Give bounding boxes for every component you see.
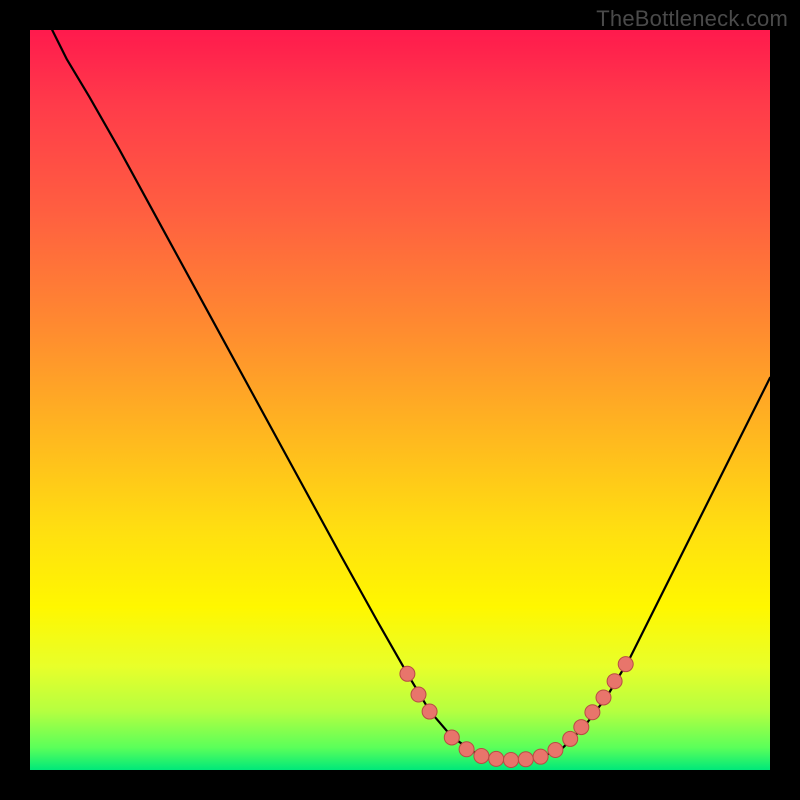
highlight-dot <box>422 704 437 719</box>
highlight-dot <box>411 687 426 702</box>
highlight-dot <box>474 748 489 763</box>
highlight-dot <box>504 753 519 768</box>
watermark-text: TheBottleneck.com <box>596 6 788 32</box>
plot-area <box>30 30 770 770</box>
highlight-dots-group <box>400 657 633 768</box>
highlight-dot <box>459 742 474 757</box>
highlight-dot <box>596 690 611 705</box>
highlight-dot <box>518 752 533 767</box>
highlight-dot <box>533 749 548 764</box>
highlight-dot <box>444 730 459 745</box>
highlight-dot <box>574 720 589 735</box>
highlight-dot <box>400 666 415 681</box>
chart-frame: TheBottleneck.com <box>0 0 800 800</box>
highlight-dot <box>585 705 600 720</box>
highlight-dot <box>607 674 622 689</box>
bottleneck-curve <box>52 30 770 760</box>
highlight-dot <box>618 657 633 672</box>
highlight-dot <box>563 731 578 746</box>
highlight-dot <box>489 751 504 766</box>
curve-svg <box>30 30 770 770</box>
highlight-dot <box>548 743 563 758</box>
